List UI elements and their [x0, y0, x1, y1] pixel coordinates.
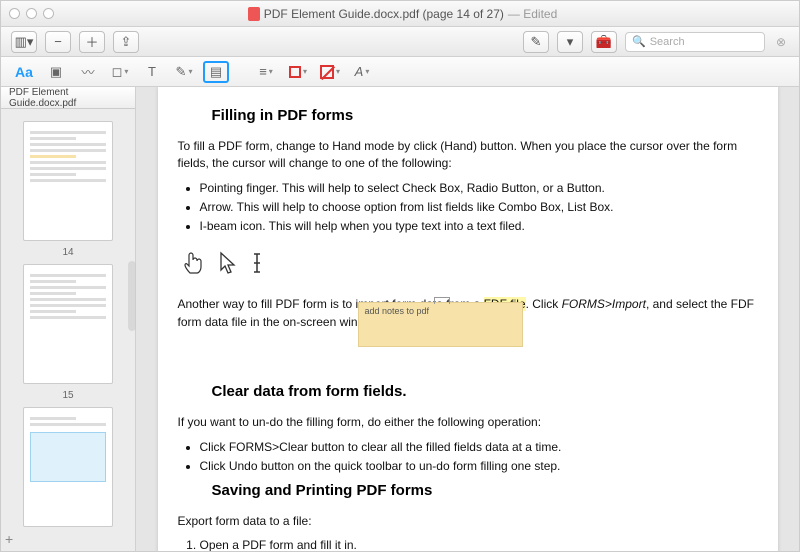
search-input[interactable]: 🔍 Search	[625, 32, 765, 52]
paragraph: If you want to un-do the filling form, d…	[178, 414, 758, 431]
list-item: Click Undo button on the quick toolbar t…	[200, 457, 758, 476]
list-item: I-beam icon. This will help when you typ…	[200, 217, 758, 236]
annotation-toolbar: Aa ▣ 〰 ◻▾ T ✎▾ ▤ ≡▾ ▾ ▾ A▾	[1, 57, 799, 87]
select-rect-tool[interactable]: ▣	[43, 61, 69, 83]
heading-filling: Filling in PDF forms	[212, 107, 758, 124]
thumbnail-page-14[interactable]	[23, 121, 113, 241]
sidebar-file-tab[interactable]: PDF Element Guide.docx.pdf	[1, 87, 135, 109]
sticky-note-text: add notes to pdf	[365, 306, 430, 316]
signature-tool[interactable]: ✎▾	[171, 61, 197, 83]
list-item: Pointing finger. This will help to selec…	[200, 179, 758, 198]
cursor-examples	[182, 250, 758, 282]
thumbnail-page-15[interactable]	[23, 264, 113, 384]
paragraph: To fill a PDF form, change to Hand mode …	[178, 138, 758, 173]
highlight-button[interactable]: ✎	[523, 31, 549, 53]
thumbnail-sidebar: PDF Element Guide.docx.pdf 14 15 +	[1, 87, 136, 551]
markup-button[interactable]: 🧰	[591, 31, 617, 53]
note-tool[interactable]: ▤	[203, 61, 229, 83]
list-item: Click FORMS>Clear button to clear all th…	[200, 438, 758, 457]
list-item: Open a PDF form and fill it in.	[200, 536, 758, 551]
ibeam-cursor-icon	[250, 251, 264, 281]
view-mode-button[interactable]: ▥▾	[11, 31, 37, 53]
text-tool[interactable]: T	[139, 61, 165, 83]
sticky-note[interactable]: add notes to pdf	[358, 302, 523, 347]
heading-save-print: Saving and Printing PDF forms	[212, 482, 758, 499]
draw-tool[interactable]: 〰	[75, 61, 101, 83]
hand-cursor-icon	[182, 250, 204, 282]
heading-clear: Clear data from form fields.	[212, 383, 758, 400]
page-number-label: 14	[62, 247, 73, 258]
window-title: PDF Element Guide.docx.pdf (page 14 of 2…	[264, 7, 504, 21]
zoom-out-button[interactable]: −	[45, 31, 71, 53]
list-item: Arrow. This will help to choose option f…	[200, 198, 758, 217]
arrow-cursor-icon	[218, 251, 236, 281]
thumbnail-page-16[interactable]	[23, 407, 113, 527]
page-number-label: 15	[62, 390, 73, 401]
line-weight-tool[interactable]: ≡▾	[253, 61, 279, 83]
pdf-file-icon	[248, 7, 260, 21]
zoom-window-icon[interactable]	[43, 8, 54, 19]
search-placeholder: Search	[650, 36, 685, 48]
add-page-button[interactable]: +	[5, 531, 13, 547]
window-edited-status: — Edited	[508, 7, 557, 21]
paragraph: Export form data to a file:	[178, 513, 758, 530]
main-toolbar: ▥▾ − ＋ ⇪ ✎ ▾ 🧰 🔍 Search ⊗	[1, 27, 799, 57]
font-style-tool[interactable]: A▾	[349, 61, 375, 83]
sidebar-scrollbar[interactable]	[128, 261, 136, 331]
pdf-page: Filling in PDF forms To fill a PDF form,…	[158, 87, 778, 551]
border-color-tool[interactable]: ▾	[285, 61, 311, 83]
document-viewport[interactable]: Filling in PDF forms To fill a PDF form,…	[136, 87, 799, 551]
shape-tool[interactable]: ◻▾	[107, 61, 133, 83]
clear-search-icon[interactable]: ⊗	[773, 35, 789, 49]
search-icon: 🔍	[632, 35, 646, 48]
close-window-icon[interactable]	[9, 8, 20, 19]
fill-color-tool[interactable]: ▾	[317, 61, 343, 83]
rotate-button[interactable]: ▾	[557, 31, 583, 53]
share-button[interactable]: ⇪	[113, 31, 139, 53]
text-style-tool[interactable]: Aa	[11, 61, 37, 83]
titlebar: PDF Element Guide.docx.pdf (page 14 of 2…	[1, 1, 799, 27]
minimize-window-icon[interactable]	[26, 8, 37, 19]
zoom-in-button[interactable]: ＋	[79, 31, 105, 53]
